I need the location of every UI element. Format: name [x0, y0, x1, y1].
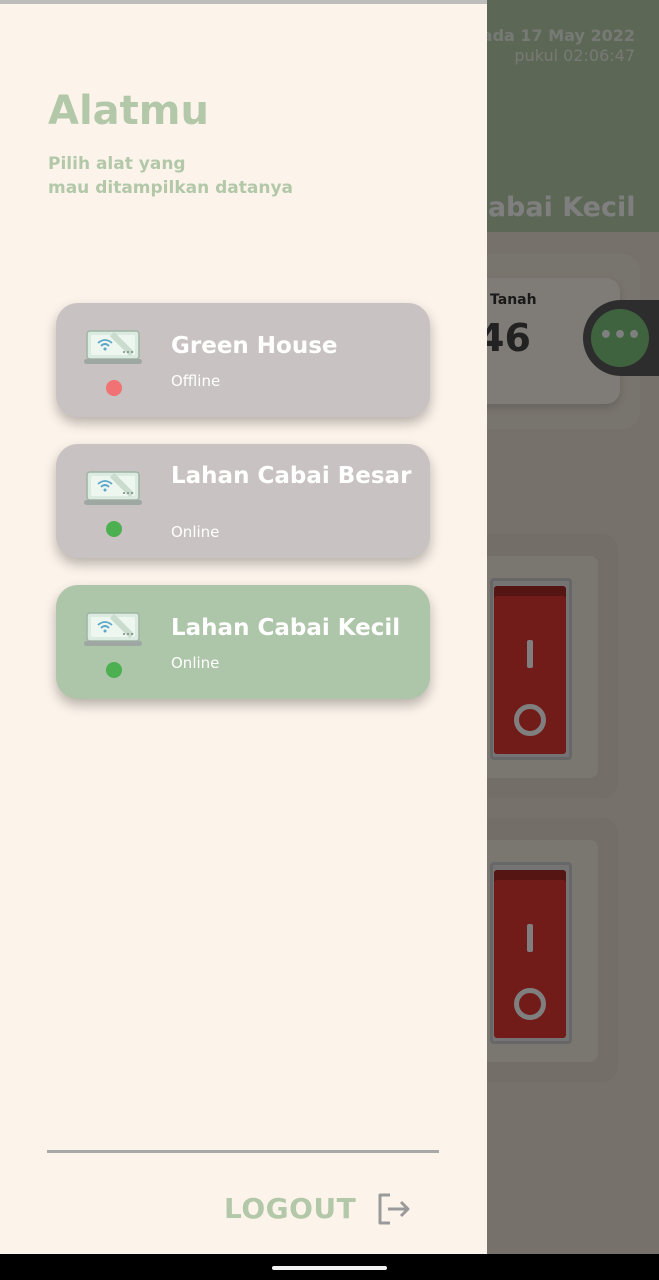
- device-name: Lahan Cabai Kecil: [171, 615, 401, 641]
- logout-icon: [378, 1193, 410, 1225]
- device-status-dot: [106, 521, 122, 537]
- device-card-lahan-cabai-kecil[interactable]: Lahan Cabai Kecil Online: [56, 585, 430, 699]
- drawer-subtitle: Pilih alat yang mau ditampilkan datanya: [48, 154, 294, 198]
- device-status-dot: [106, 380, 122, 396]
- device-status: Offline: [171, 372, 221, 390]
- router-icon: [84, 471, 142, 505]
- router-icon: [84, 612, 142, 646]
- device-status-dot: [106, 662, 122, 678]
- router-icon: [84, 330, 142, 364]
- device-card-lahan-cabai-besar[interactable]: Lahan Cabai Besar Online: [56, 444, 430, 558]
- logout-label: LOGOUT: [224, 1192, 357, 1225]
- system-nav-bar: [0, 1254, 659, 1280]
- drawer-title: Alatmu: [48, 88, 209, 134]
- device-status: Online: [171, 654, 220, 672]
- navigation-drawer: Alatmu Pilih alat yang mau ditampilkan d…: [0, 0, 487, 1254]
- device-name: Lahan Cabai Besar: [171, 463, 412, 489]
- logout-button[interactable]: LOGOUT: [224, 1190, 414, 1230]
- home-gesture-handle[interactable]: [272, 1266, 387, 1270]
- device-name: Green House: [171, 333, 338, 359]
- drawer-top-edge: [0, 0, 487, 4]
- device-status: Online: [171, 523, 220, 541]
- drawer-divider: [47, 1150, 439, 1153]
- device-card-green-house[interactable]: Green House Offline: [56, 303, 430, 417]
